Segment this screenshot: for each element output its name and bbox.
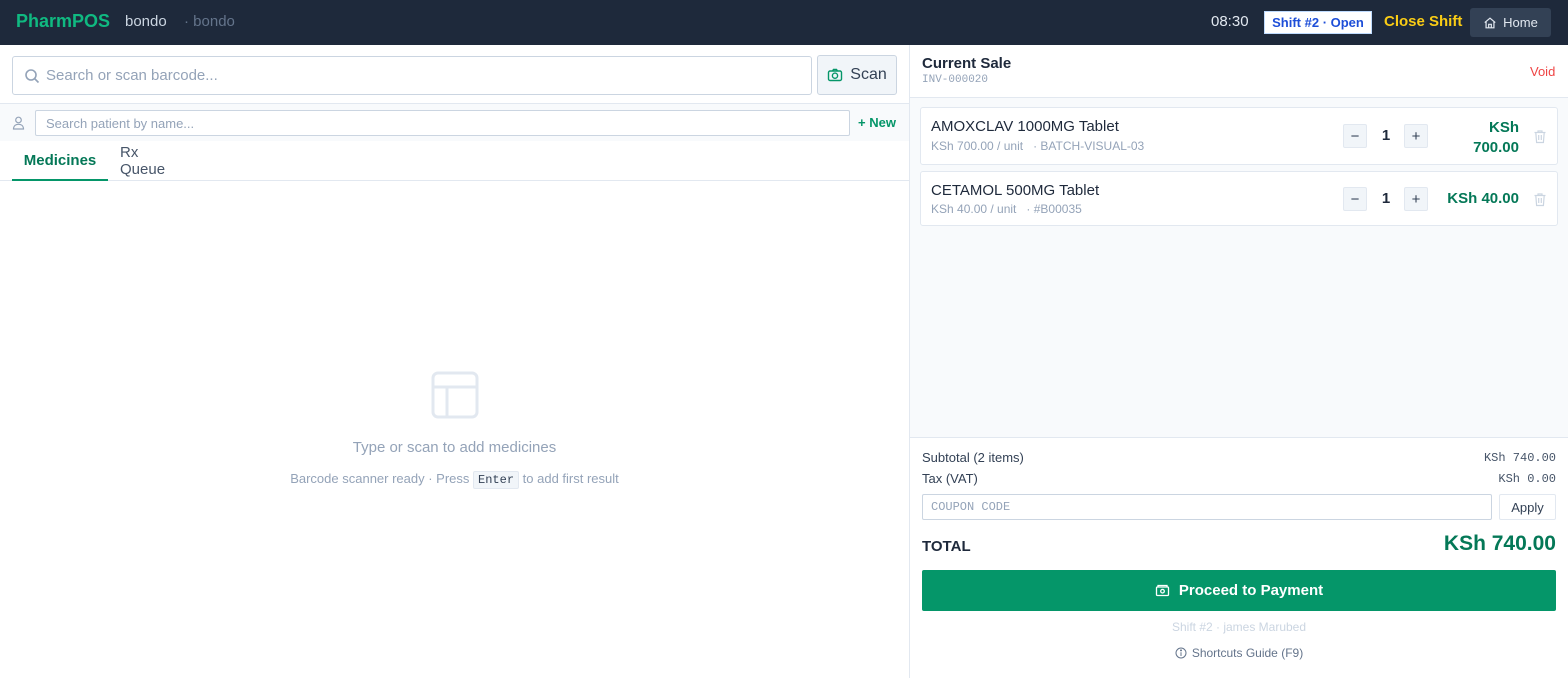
sale-summary: Subtotal (2 items) KSh 740.00 Tax (VAT) … (910, 437, 1568, 678)
subtotal-value: KSh 740.00 (1483, 451, 1556, 465)
item-batch: · BATCH-VISUAL-03 (1033, 139, 1145, 153)
home-button-label: Home (1503, 15, 1538, 30)
trash-icon[interactable] (1533, 192, 1547, 207)
tax-label: Tax (VAT) (922, 471, 978, 486)
item-total-currency: KSh (1489, 119, 1519, 136)
camera-icon (828, 68, 843, 82)
store-name: bondo (125, 13, 167, 30)
void-button[interactable]: Void (1530, 64, 1555, 79)
patient-selector: + New (0, 103, 909, 141)
shortcuts-guide-link[interactable]: Shortcuts Guide (F9) (910, 646, 1568, 660)
cart-item: AMOXCLAV 1000MG Tablet KSh 700.00 / unit… (920, 107, 1558, 165)
subtotal-label: Subtotal (2 items) (922, 450, 1024, 465)
shift-info: Shift #2 · james Marubed (1171, 620, 1307, 634)
tab-rx-queue[interactable]: Rx Queue (120, 141, 186, 180)
item-name: CETAMOL 500MG Tablet (931, 182, 1100, 199)
proceed-to-payment-label: Proceed to Payment (1178, 582, 1324, 599)
table-icon (431, 371, 478, 419)
branch-name: · bondo (184, 13, 235, 30)
wallet-icon (1155, 584, 1170, 597)
decrease-qty-button[interactable]: − (1343, 124, 1367, 148)
total-value: KSh 740.00 (1443, 532, 1556, 555)
shortcuts-guide-label: Shortcuts Guide (F9) (1191, 646, 1304, 660)
hint-text-after: to add first result (522, 471, 619, 486)
home-button[interactable]: Home (1470, 8, 1551, 37)
cart-item: CETAMOL 500MG Tablet KSh 40.00 / unit · … (920, 171, 1558, 226)
shift-status-badge: Shift #2 · Open (1264, 11, 1372, 34)
item-quantity: 1 (1381, 127, 1391, 144)
info-icon (1175, 647, 1187, 659)
product-tabs: Medicines Rx Queue (0, 141, 909, 181)
coupon-input[interactable] (922, 494, 1492, 520)
close-shift-button[interactable]: Close Shift (1384, 13, 1462, 30)
item-name: AMOXCLAV 1000MG Tablet (931, 118, 1119, 135)
invoice-number: INV-000020 (922, 74, 989, 86)
item-unit-price: KSh 40.00 / unit (931, 202, 1017, 216)
patient-search-input[interactable] (35, 110, 850, 136)
item-unit-price: KSh 700.00 / unit (931, 139, 1024, 153)
empty-state-hint: Barcode scanner ready · Press Enter to a… (0, 471, 909, 489)
item-quantity: 1 (1381, 190, 1391, 207)
empty-state (0, 371, 909, 419)
sale-header: Current Sale INV-000020 Void (910, 45, 1568, 98)
item-details: KSh 40.00 / unit · #B00035 (931, 202, 1082, 216)
item-total: KSh 40.00 (1447, 190, 1519, 207)
tax-value: KSh 0.00 (1498, 472, 1556, 486)
top-bar: PharmPOS bondo · bondo 08:30 Shift #2 · … (0, 0, 1568, 45)
search-icon (25, 69, 40, 84)
increase-qty-button[interactable]: + (1404, 187, 1428, 211)
increase-qty-button[interactable]: + (1404, 124, 1428, 148)
clock: 08:30 (1211, 13, 1249, 30)
empty-state-title: Type or scan to add medicines (352, 439, 557, 456)
trash-icon[interactable] (1533, 129, 1547, 144)
item-batch: · #B00035 (1026, 202, 1082, 216)
enter-key-hint: Enter (473, 471, 520, 489)
tab-medicines[interactable]: Medicines (12, 141, 108, 181)
sale-panel: Current Sale INV-000020 Void AMOXCLAV 10… (910, 45, 1568, 678)
brand-logo: PharmPOS (16, 11, 111, 31)
scan-button[interactable]: Scan (817, 55, 897, 95)
apply-coupon-button[interactable]: Apply (1499, 494, 1556, 520)
product-search (12, 56, 812, 95)
total-label: TOTAL (922, 538, 971, 555)
product-panel: Scan + New Medicines Rx Queue Type or sc… (0, 45, 909, 678)
hint-text-before: Barcode scanner ready · Press (290, 471, 470, 486)
item-total: KSh 700.00 (1441, 118, 1519, 158)
item-total-amount: 700.00 (1473, 139, 1519, 156)
new-patient-button[interactable]: + New (858, 115, 896, 130)
user-icon (12, 116, 25, 130)
item-details: KSh 700.00 / unit · BATCH-VISUAL-03 (931, 139, 1144, 153)
proceed-to-payment-button[interactable]: Proceed to Payment (922, 570, 1556, 611)
sale-title: Current Sale (922, 55, 1012, 72)
home-icon (1484, 16, 1496, 28)
scan-button-label: Scan (850, 66, 887, 83)
decrease-qty-button[interactable]: − (1343, 187, 1367, 211)
search-input[interactable] (46, 57, 806, 94)
